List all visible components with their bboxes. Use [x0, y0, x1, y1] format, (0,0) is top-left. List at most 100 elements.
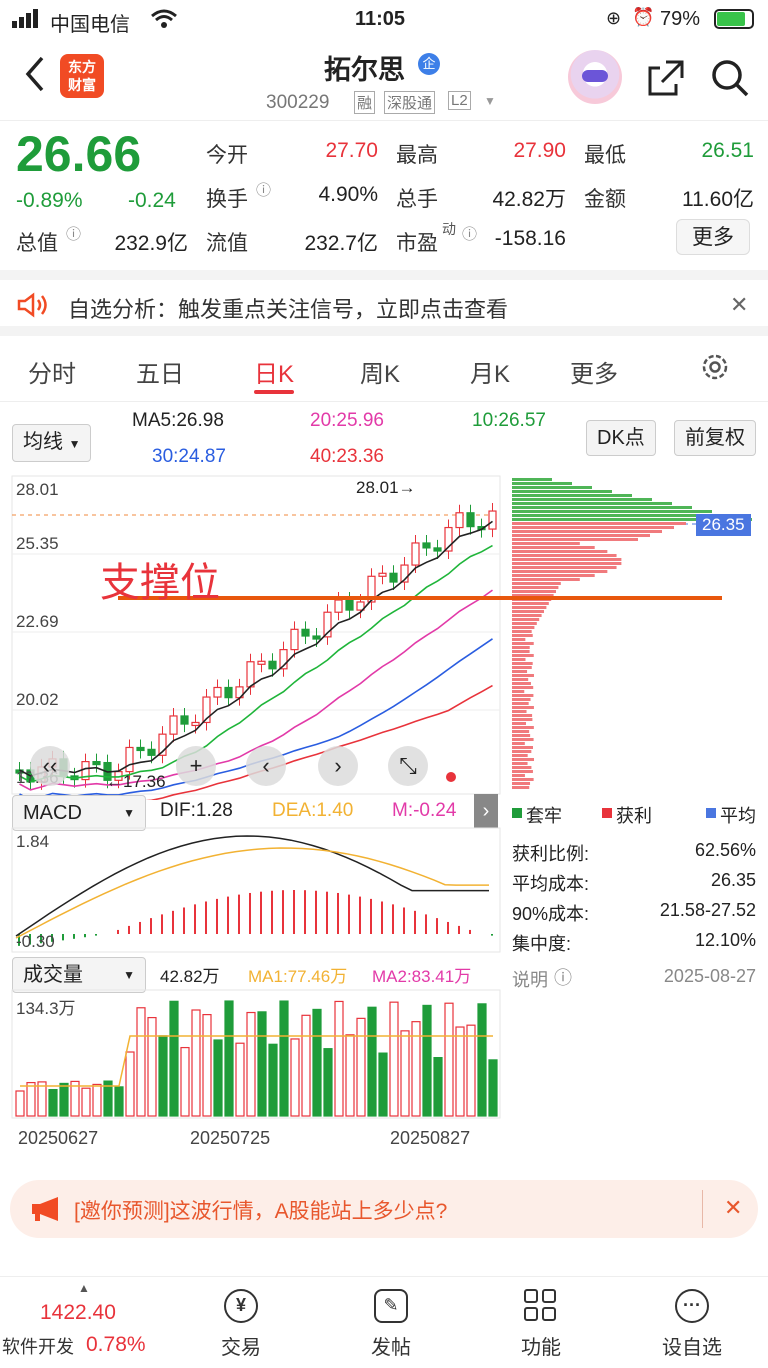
close-icon[interactable]: ✕	[724, 1195, 742, 1221]
back-icon[interactable]	[22, 54, 46, 99]
moving-average-line	[19, 520, 493, 777]
volume-bar	[378, 1052, 388, 1117]
volume-bar	[158, 1035, 168, 1117]
chevron-left-icon[interactable]: ‹	[246, 746, 286, 786]
index-change[interactable]: 0.78%	[86, 1333, 146, 1357]
zoom-in-icon[interactable]: +	[176, 746, 216, 786]
index-value[interactable]: 1422.40	[40, 1301, 116, 1325]
fullscreen-icon[interactable]: ⤡	[388, 746, 428, 786]
macd-m-value: M:-0.24	[392, 800, 457, 821]
ma10-value: 10:26.57	[472, 410, 546, 431]
tab-daily-k[interactable]: 日K	[254, 354, 294, 389]
volume-bar	[147, 1016, 157, 1117]
candle-body	[389, 572, 398, 583]
tab-minute[interactable]: 分时	[28, 354, 76, 389]
chip-bar	[512, 662, 533, 665]
assistant-avatar[interactable]	[568, 50, 622, 104]
turnover-value: 4.90%	[318, 183, 378, 206]
nav-trade[interactable]: ¥ 交易	[206, 1289, 276, 1360]
indicator-dot	[446, 772, 456, 782]
chip-bar	[512, 566, 617, 569]
chip-bar	[512, 590, 556, 593]
candle-body	[136, 746, 145, 752]
macd-chart	[11, 827, 501, 953]
candle-body	[455, 512, 464, 529]
high-label: 最高	[396, 144, 438, 167]
ma5-value: MA5:26.98	[132, 410, 224, 431]
gear-icon[interactable]	[700, 352, 730, 387]
stock-name: 拓尔思	[324, 55, 405, 85]
banner-text: [邀你预测]这波行情，A股能站上多少点?	[74, 1200, 448, 1223]
candle-body	[301, 628, 310, 637]
candle-body	[180, 715, 189, 725]
support-annotation: 支撑位	[100, 561, 220, 605]
zoom-out-icon[interactable]: ‹‹	[30, 746, 70, 786]
ma20-value: 20:25.96	[310, 410, 384, 431]
tab-monthly-k[interactable]: 月K	[470, 354, 510, 389]
chip-bar	[512, 570, 608, 573]
nav-add-watchlist[interactable]: ··· 设自选	[652, 1289, 732, 1360]
legend-profit: 获利	[616, 806, 652, 826]
volume-bar	[81, 1087, 91, 1117]
close-icon[interactable]: ✕	[730, 292, 748, 318]
chip-bar	[512, 562, 622, 565]
chip-bar	[512, 494, 632, 497]
more-button[interactable]: 更多	[676, 219, 750, 255]
info-icon[interactable]: ⓘ	[462, 223, 477, 244]
chip-bar	[512, 510, 712, 513]
legend-swatch-average	[706, 808, 716, 818]
chip-bar	[512, 646, 530, 649]
chip-bar	[512, 638, 526, 641]
chip-bar	[512, 666, 532, 669]
float-label: 流值	[206, 232, 248, 255]
chip-bar	[512, 778, 534, 781]
dea-line	[15, 847, 489, 939]
chip-bar	[512, 538, 638, 541]
wifi-icon	[150, 9, 178, 35]
chevron-right-icon[interactable]: ›	[318, 746, 358, 786]
tab-five-day[interactable]: 五日	[136, 354, 184, 389]
tab-weekly-k[interactable]: 周K	[360, 354, 400, 389]
search-icon[interactable]	[710, 58, 750, 103]
battery-icon	[714, 9, 754, 29]
info-icon[interactable]: ⓘ	[66, 223, 81, 244]
pe-label: 市盈	[396, 232, 438, 255]
chevron-right-icon[interactable]: ›	[474, 794, 498, 828]
info-icon[interactable]: ⓘ	[554, 964, 572, 990]
macd-y-bottom: -0.30	[16, 932, 55, 951]
adjust-button[interactable]: 前复权	[674, 420, 756, 456]
candle-body	[290, 628, 299, 651]
chevron-down-icon[interactable]: ▼	[484, 94, 496, 108]
note-link[interactable]: 说明	[512, 966, 548, 992]
quote-panel: 26.66 -0.89% -0.24 今开 27.70 最高 27.90 最低 …	[0, 120, 768, 270]
volume-current: 42.82万	[160, 967, 220, 986]
chips-date: 2025-08-27	[663, 966, 756, 986]
volume-bar	[26, 1081, 36, 1117]
chart-tabs: 分时 五日 日K 周K 月K 更多	[0, 336, 768, 402]
share-icon[interactable]	[646, 58, 686, 103]
candle-body	[312, 635, 321, 640]
candle-body	[488, 510, 497, 530]
dk-point-button[interactable]: DK点	[586, 420, 656, 456]
prediction-banner[interactable]: [邀你预测]这波行情，A股能站上多少点? ✕	[10, 1180, 758, 1238]
active-tab-indicator	[254, 390, 294, 394]
volume-bar	[345, 1034, 355, 1117]
date-mid: 20250725	[190, 1128, 271, 1148]
nav-functions[interactable]: 功能	[506, 1289, 576, 1360]
chip-bar	[512, 602, 549, 605]
battery-percent: 79%	[660, 8, 701, 30]
candle-body	[268, 660, 277, 670]
indicator-select[interactable]: 均线 ▼	[12, 424, 92, 462]
kline-chart[interactable]	[0, 470, 768, 800]
tab-more[interactable]: 更多	[570, 354, 618, 389]
nav-post[interactable]: ✎ 发帖	[356, 1289, 426, 1360]
clock: 11:05	[355, 8, 406, 30]
volume-bar	[400, 1030, 410, 1117]
index-name[interactable]: 软件开发	[2, 1333, 74, 1359]
volume-bar	[257, 1011, 267, 1117]
info-icon[interactable]: ⓘ	[256, 179, 271, 200]
y-tick-4: 20.02	[16, 690, 59, 709]
volume-chart	[11, 989, 501, 1119]
notice-bar[interactable]: 自选分析：触发重点关注信号，立即点击查看 ✕	[0, 270, 768, 336]
volume-bar	[169, 1000, 179, 1117]
